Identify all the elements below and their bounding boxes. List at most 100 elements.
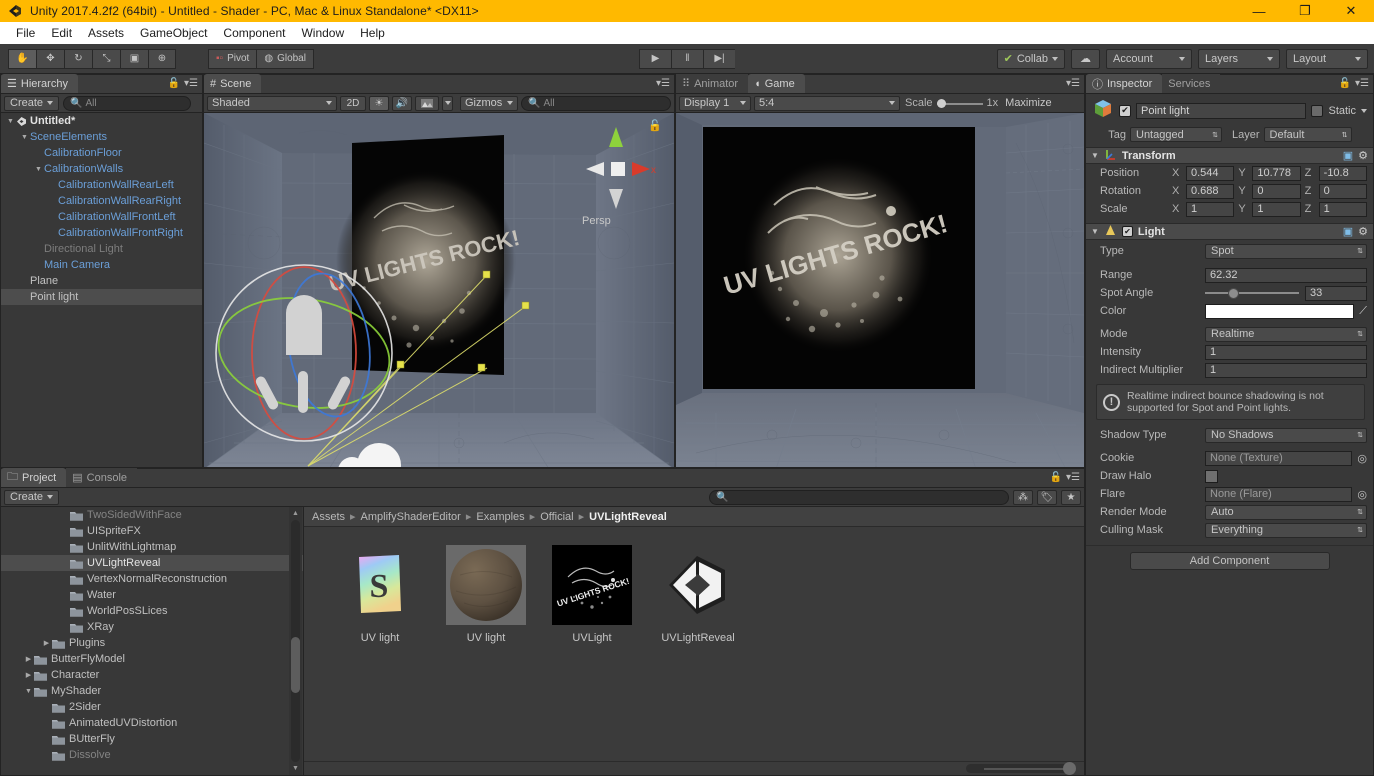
transform-tool-icon[interactable]: ⊕: [148, 48, 176, 69]
project-tree-scrollbar[interactable]: ▲ ▼: [289, 507, 302, 775]
hierarchy-item[interactable]: CalibrationFloor: [1, 145, 202, 161]
transform-y-field[interactable]: 10.778: [1252, 165, 1301, 181]
scale-tool-icon[interactable]: ⤡: [92, 48, 120, 69]
disclosure-triangle-icon[interactable]: ▼: [19, 134, 30, 141]
disclosure-triangle-icon[interactable]: ▶: [23, 655, 34, 663]
tab-console[interactable]: ▤ Console: [66, 468, 138, 487]
rotate-tool-icon[interactable]: ↻: [64, 48, 92, 69]
hierarchy-item[interactable]: Main Camera: [1, 257, 202, 273]
breadcrumb-item[interactable]: Assets: [312, 511, 345, 523]
scene-lighting-icon[interactable]: ☀: [369, 95, 389, 111]
project-tree-item[interactable]: Dissolve: [1, 747, 303, 763]
eyedropper-icon[interactable]: ⟋: [1359, 305, 1367, 318]
add-component-button[interactable]: Add Component: [1129, 552, 1330, 570]
scene-projection-label[interactable]: Persp: [582, 215, 611, 227]
hierarchy-item[interactable]: CalibrationWallFrontLeft: [1, 209, 202, 225]
hierarchy-item[interactable]: ▼ CalibrationWalls: [1, 161, 202, 177]
project-tree-item[interactable]: UISpriteFX: [1, 523, 303, 539]
light-enabled-checkbox[interactable]: ✔: [1121, 226, 1133, 237]
filter-by-type-icon[interactable]: ⁂: [1013, 489, 1033, 505]
asset-item[interactable]: UV light: [444, 545, 528, 644]
shadow-type-dropdown[interactable]: No Shadows ⇅: [1205, 427, 1367, 443]
tab-services[interactable]: Services: [1162, 74, 1221, 93]
object-picker-icon[interactable]: ◎: [1357, 488, 1367, 501]
menu-help[interactable]: Help: [352, 24, 393, 42]
panel-menu-icon[interactable]: ▾☰: [1355, 78, 1369, 89]
project-tree-item[interactable]: ▶ Character: [1, 667, 303, 683]
project-tree-item[interactable]: UVLightReveal: [1, 555, 303, 571]
project-tree[interactable]: TwoSidedWithFace UISpriteFX UnlitWithLight…: [1, 507, 304, 775]
asset-item[interactable]: UVLightReveal: [656, 545, 740, 644]
light-color-swatch[interactable]: [1205, 303, 1355, 319]
global-toggle[interactable]: ◍ Global: [256, 48, 314, 69]
light-range-field[interactable]: 62.32: [1205, 267, 1367, 283]
breadcrumb[interactable]: Assets ▸ AmplifyShaderEditor ▸ Examples ▸ Offi…: [304, 507, 1084, 527]
breadcrumb-item[interactable]: Official: [540, 511, 573, 523]
culling-mask-dropdown[interactable]: Everything ⇅: [1205, 522, 1367, 538]
scene-effects-icon[interactable]: [415, 95, 439, 111]
breadcrumb-item[interactable]: AmplifyShaderEditor: [361, 511, 461, 523]
panel-menu-icon[interactable]: ▾☰: [184, 78, 198, 89]
tab-inspector[interactable]: ⓘ Inspector: [1086, 74, 1163, 93]
menu-component[interactable]: Component: [215, 24, 293, 42]
transform-z-field[interactable]: 0: [1318, 183, 1367, 199]
disclosure-triangle-icon[interactable]: ▼: [5, 118, 16, 125]
collapse-arrow-icon[interactable]: ▼: [1091, 227, 1099, 236]
panel-menu-icon[interactable]: ▾☰: [656, 78, 670, 89]
scene-audio-icon[interactable]: 🔊: [392, 95, 412, 111]
project-tree-item[interactable]: WorldPosSLices: [1, 603, 303, 619]
lock-icon[interactable]: 🔓: [168, 78, 180, 89]
layers-button[interactable]: Layers: [1198, 48, 1280, 69]
project-tree-item[interactable]: Water: [1, 587, 303, 603]
disclosure-triangle-icon[interactable]: ▼: [33, 166, 44, 173]
project-tree-item[interactable]: AnimatedUVDistortion: [1, 715, 303, 731]
light-component-header[interactable]: ▼ ✔ Light ▣ ⚙: [1086, 223, 1373, 240]
collab-button[interactable]: ✔ Collab: [996, 48, 1065, 69]
tag-dropdown[interactable]: Untagged ⇅: [1130, 127, 1222, 142]
favorites-star-icon[interactable]: ★: [1061, 489, 1081, 505]
project-tree-item[interactable]: VertexNormalReconstruction: [1, 571, 303, 587]
render-mode-dropdown[interactable]: Auto ⇅: [1205, 504, 1367, 520]
light-indirect-field[interactable]: 1: [1205, 362, 1367, 378]
cookie-field[interactable]: None (Texture): [1205, 450, 1353, 466]
tab-animator[interactable]: ⠿ Animator: [676, 74, 749, 93]
project-create-button[interactable]: Create: [4, 489, 60, 505]
menu-assets[interactable]: Assets: [80, 24, 132, 42]
lock-icon[interactable]: 🔓: [1050, 472, 1062, 483]
draw-halo-checkbox[interactable]: [1205, 469, 1218, 483]
scroll-thumb[interactable]: [291, 637, 300, 693]
hierarchy-item[interactable]: Plane: [1, 273, 202, 289]
project-tree-item[interactable]: ▶ ButterFlyModel: [1, 651, 303, 667]
gear-icon[interactable]: ⚙: [1358, 149, 1368, 162]
spot-angle-field[interactable]: 33: [1305, 285, 1367, 301]
lock-icon[interactable]: 🔓: [1339, 78, 1351, 89]
flare-field[interactable]: None (Flare): [1205, 486, 1353, 502]
help-icon[interactable]: ▣: [1343, 149, 1353, 162]
chevron-down-icon[interactable]: [1361, 108, 1367, 113]
maximize-button[interactable]: ❐: [1282, 0, 1328, 22]
transform-x-field[interactable]: 0.688: [1186, 183, 1235, 199]
breadcrumb-item[interactable]: UVLightReveal: [589, 511, 667, 523]
project-search-input[interactable]: 🔍: [709, 489, 1009, 505]
menu-gameobject[interactable]: GameObject: [132, 24, 215, 42]
object-picker-icon[interactable]: ◎: [1357, 452, 1367, 465]
disclosure-triangle-icon[interactable]: ▶: [41, 639, 52, 647]
menu-file[interactable]: File: [8, 24, 43, 42]
shading-mode-dropdown[interactable]: Shaded: [207, 95, 337, 111]
project-tree-item[interactable]: XRay: [1, 619, 303, 635]
close-button[interactable]: ✕: [1328, 0, 1374, 22]
asset-item[interactable]: S UV light: [338, 545, 422, 644]
hierarchy-item[interactable]: ▼ Untitled*: [1, 113, 202, 129]
pivot-toggle[interactable]: ▪▫ Pivot: [208, 48, 257, 69]
spot-angle-slider[interactable]: [1205, 287, 1299, 299]
hierarchy-item[interactable]: CalibrationWallRearLeft: [1, 177, 202, 193]
transform-x-field[interactable]: 0.544: [1186, 165, 1235, 181]
hierarchy-item[interactable]: CalibrationWallFrontRight: [1, 225, 202, 241]
breadcrumb-item[interactable]: Examples: [476, 511, 524, 523]
layer-dropdown[interactable]: Default ⇅: [1263, 127, 1352, 142]
transform-x-field[interactable]: 1: [1186, 201, 1235, 217]
hierarchy-list[interactable]: ▼ Untitled* ▼ SceneElements CalibrationFloor…: [1, 113, 202, 467]
move-tool-icon[interactable]: ✥: [36, 48, 64, 69]
transform-component-header[interactable]: ▼ Transform ▣ ⚙: [1086, 147, 1373, 164]
game-scale-slider[interactable]: Scale 1x: [905, 97, 998, 109]
